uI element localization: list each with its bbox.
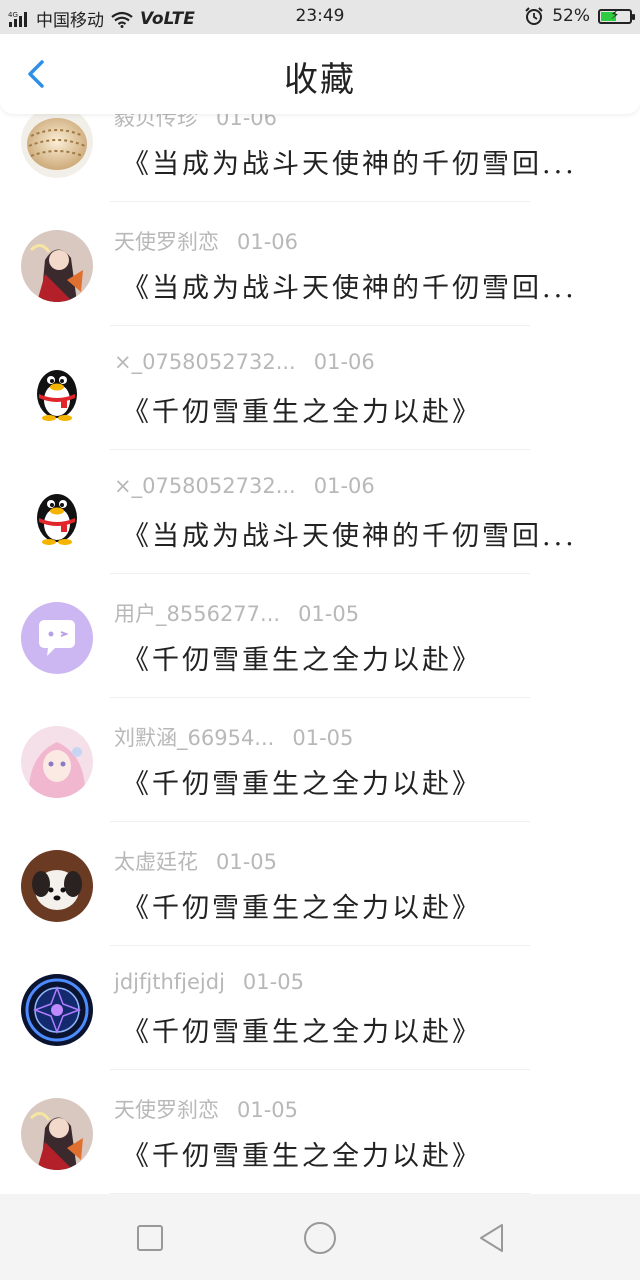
home-button[interactable] <box>300 1218 340 1258</box>
username: 天使罗刹恋 <box>114 1098 219 1122</box>
username: 天使罗刹恋 <box>114 230 219 254</box>
system-nav-bar <box>0 1194 640 1280</box>
story-title[interactable]: 《当成为战斗天使神的千仞雪回... <box>122 142 592 181</box>
favorite-item[interactable]: 天使罗刹恋 01-05 《千仞雪重生之全力以赴》 <box>0 1070 640 1194</box>
username: ×_0758052732... <box>114 350 296 374</box>
page-title: 收藏 <box>284 60 356 100</box>
battery-percent: 52% <box>552 6 590 26</box>
avatar[interactable] <box>21 106 93 178</box>
item-meta: 太虚廷花 01-05 <box>114 846 277 876</box>
favorite-item[interactable]: 用户_8556277... 01-05 《千仞雪重生之全力以赴》 <box>0 574 640 698</box>
date: 01-05 <box>292 726 354 750</box>
story-title[interactable]: 《千仞雪重生之全力以赴》 <box>122 1010 592 1049</box>
favorite-item[interactable]: 太虚廷花 01-05 《千仞雪重生之全力以赴》 <box>0 822 640 946</box>
date: 01-06 <box>313 350 375 374</box>
username: jdjfjthfjejdj <box>114 970 225 994</box>
favorite-item[interactable]: ×_0758052732... 01-06 《当成为战斗天使神的千仞雪回... <box>0 450 640 574</box>
date: 01-05 <box>237 1098 299 1122</box>
app-header: 收藏 <box>0 34 640 114</box>
item-meta: ×_0758052732... 01-06 <box>114 350 375 374</box>
avatar[interactable] <box>21 726 93 798</box>
story-title[interactable]: 《千仞雪重生之全力以赴》 <box>122 390 592 429</box>
avatar[interactable] <box>21 1098 93 1170</box>
item-meta: 用户_8556277... 01-05 <box>114 598 359 628</box>
favorite-item[interactable]: ×_0758052732... 01-06 《千仞雪重生之全力以赴》 <box>0 326 640 450</box>
avatar[interactable] <box>21 602 93 674</box>
username: ×_0758052732... <box>114 474 296 498</box>
avatar[interactable] <box>21 230 93 302</box>
date: 01-06 <box>237 230 299 254</box>
story-title[interactable]: 《千仞雪重生之全力以赴》 <box>122 886 592 925</box>
story-title[interactable]: 《千仞雪重生之全力以赴》 <box>122 762 592 801</box>
recents-button[interactable] <box>130 1218 170 1258</box>
item-meta: ×_0758052732... 01-06 <box>114 474 375 498</box>
date: 01-05 <box>242 970 304 994</box>
avatar[interactable] <box>21 850 93 922</box>
story-title[interactable]: 《千仞雪重生之全力以赴》 <box>122 1134 592 1173</box>
avatar[interactable] <box>21 974 93 1046</box>
username: 刘默涵_66954... <box>114 726 275 750</box>
status-bar: 4G 中国移动 VoLTE 23:49 52% ⚡ <box>0 0 640 34</box>
alarm-icon <box>525 7 543 25</box>
date: 01-05 <box>216 850 278 874</box>
avatar[interactable] <box>21 478 93 550</box>
item-meta: jdjfjthfjejdj 01-05 <box>114 970 304 994</box>
item-meta: 天使罗刹恋 01-05 <box>114 1094 298 1124</box>
system-back-button[interactable] <box>472 1218 512 1258</box>
date: 01-06 <box>313 474 375 498</box>
item-meta: 刘默涵_66954... 01-05 <box>114 722 353 752</box>
username: 太虚廷花 <box>114 850 198 874</box>
story-title[interactable]: 《当成为战斗天使神的千仞雪回... <box>122 514 592 553</box>
status-right: 52% ⚡ <box>524 6 635 26</box>
favorite-item[interactable]: jdjfjthfjejdj 01-05 《千仞雪重生之全力以赴》 <box>0 946 640 1070</box>
battery-icon: ⚡ <box>598 8 635 24</box>
username: 用户_8556277... <box>114 602 281 626</box>
favorite-item[interactable]: 天使罗刹恋 01-06 《当成为战斗天使神的千仞雪回... <box>0 202 640 326</box>
story-title[interactable]: 《千仞雪重生之全力以赴》 <box>122 638 592 677</box>
favorite-item[interactable]: 刘默涵_66954... 01-05 《千仞雪重生之全力以赴》 <box>0 698 640 822</box>
avatar[interactable] <box>21 354 93 426</box>
item-meta: 天使罗刹恋 01-06 <box>114 226 298 256</box>
date: 01-05 <box>298 602 360 626</box>
story-title[interactable]: 《当成为战斗天使神的千仞雪回... <box>122 266 592 305</box>
